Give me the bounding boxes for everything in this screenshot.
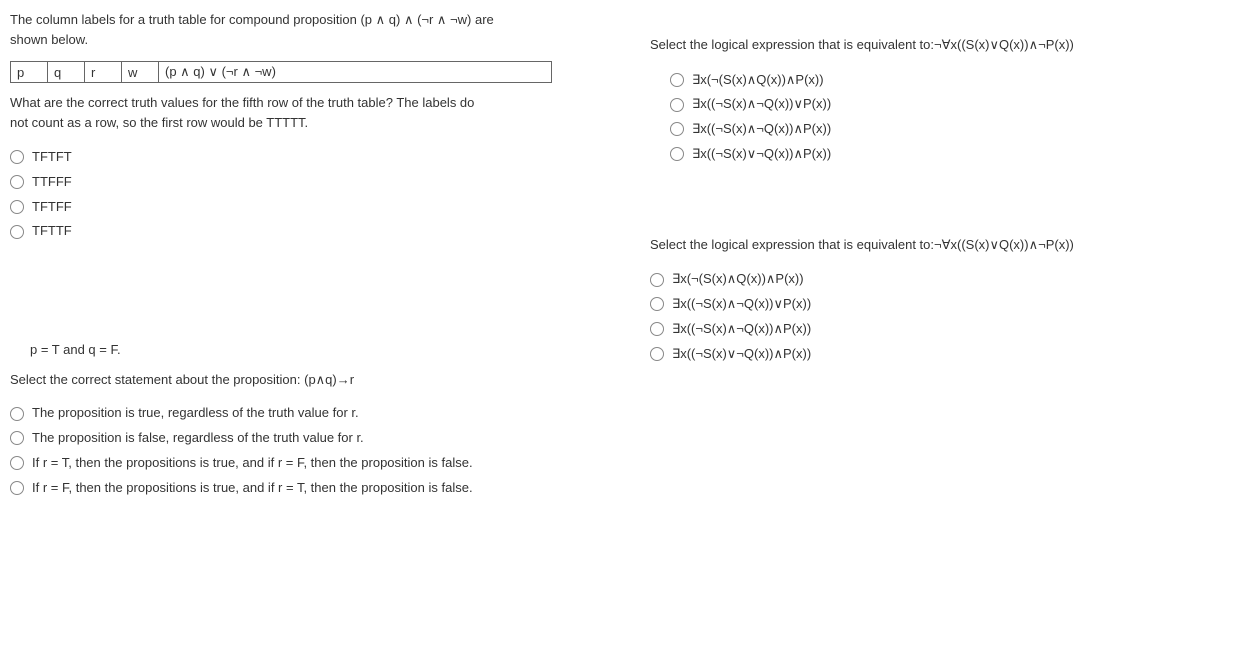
q2-prompt: Select the correct statement about the p… [10, 372, 590, 388]
q4-option-0[interactable]: ∃x(¬(S(x)∧Q(x))∧P(x)) [650, 269, 1210, 290]
col-r: r [85, 62, 122, 83]
radio-icon [650, 322, 664, 336]
q1-intro-line2: shown below. [10, 32, 88, 47]
q3-options: ∃x(¬(S(x)∧Q(x))∧P(x)) ∃x((¬S(x)∧¬Q(x))∨P… [670, 70, 1210, 165]
q3-option-label: ∃x((¬S(x)∨¬Q(x))∧P(x)) [692, 144, 831, 165]
radio-icon [670, 73, 684, 87]
question-2: p = T and q = F. Select the correct stat… [10, 342, 590, 498]
q1-option-2[interactable]: TFTFF [10, 197, 590, 218]
q1-intro-line1: The column labels for a truth table for … [10, 12, 494, 27]
question-3: Select the logical expression that is eq… [650, 35, 1210, 165]
q3-option-0[interactable]: ∃x(¬(S(x)∧Q(x))∧P(x)) [670, 70, 1210, 91]
col-w: w [122, 62, 159, 83]
radio-icon [650, 273, 664, 287]
q1-option-label: TTFFF [32, 172, 72, 193]
q2-option-3[interactable]: If r = F, then the propositions is true,… [10, 478, 590, 499]
q4-option-label: ∃x((¬S(x)∨¬Q(x))∧P(x)) [672, 344, 811, 365]
q4-prompt: Select the logical expression that is eq… [650, 235, 1210, 255]
radio-icon [10, 225, 24, 239]
q2-given: p = T and q = F. [30, 342, 590, 357]
radio-icon [10, 175, 24, 189]
q2-option-0[interactable]: The proposition is true, regardless of t… [10, 403, 590, 424]
q3-option-2[interactable]: ∃x((¬S(x)∧¬Q(x))∧P(x)) [670, 119, 1210, 140]
q1-option-label: TFTTF [32, 221, 72, 242]
q1-question-line2: not count as a row, so the first row wou… [10, 115, 308, 130]
q1-intro: The column labels for a truth table for … [10, 10, 590, 49]
q4-options: ∃x(¬(S(x)∧Q(x))∧P(x)) ∃x((¬S(x)∧¬Q(x))∨P… [650, 269, 1210, 364]
q2-options: The proposition is true, regardless of t… [10, 403, 590, 498]
q2-option-label: If r = F, then the propositions is true,… [32, 478, 473, 499]
q3-option-3[interactable]: ∃x((¬S(x)∨¬Q(x))∧P(x)) [670, 144, 1210, 165]
q1-options: TFTFT TTFFF TFTFF TFTTF [10, 147, 590, 242]
radio-icon [650, 347, 664, 361]
radio-icon [10, 407, 24, 421]
q3-option-label: ∃x((¬S(x)∧¬Q(x))∧P(x)) [692, 119, 831, 140]
q2-option-label: The proposition is true, regardless of t… [32, 403, 359, 424]
q1-option-3[interactable]: TFTTF [10, 221, 590, 242]
q1-option-label: TFTFT [32, 147, 72, 168]
q3-option-1[interactable]: ∃x((¬S(x)∧¬Q(x))∨P(x)) [670, 94, 1210, 115]
radio-icon [10, 431, 24, 445]
q2-option-label: If r = T, then the propositions is true,… [32, 453, 473, 474]
col-expr: (p ∧ q) ∨ (¬r ∧ ¬w) [159, 62, 552, 83]
q4-option-2[interactable]: ∃x((¬S(x)∧¬Q(x))∧P(x)) [650, 319, 1210, 340]
q2-option-label: The proposition is false, regardless of … [32, 428, 364, 449]
q1-question: What are the correct truth values for th… [10, 93, 590, 132]
q2-option-1[interactable]: The proposition is false, regardless of … [10, 428, 590, 449]
radio-icon [10, 481, 24, 495]
radio-icon [10, 456, 24, 470]
col-p: p [11, 62, 48, 83]
radio-icon [10, 200, 24, 214]
q4-option-1[interactable]: ∃x((¬S(x)∧¬Q(x))∨P(x)) [650, 294, 1210, 315]
radio-icon [670, 122, 684, 136]
radio-icon [10, 150, 24, 164]
radio-icon [650, 297, 664, 311]
q1-option-0[interactable]: TFTFT [10, 147, 590, 168]
q1-option-1[interactable]: TTFFF [10, 172, 590, 193]
q4-option-label: ∃x(¬(S(x)∧Q(x))∧P(x)) [672, 269, 804, 290]
q1-question-line1: What are the correct truth values for th… [10, 95, 474, 110]
q1-option-label: TFTFF [32, 197, 72, 218]
radio-icon [670, 98, 684, 112]
q3-option-label: ∃x(¬(S(x)∧Q(x))∧P(x)) [692, 70, 824, 91]
truth-table-header: p q r w (p ∧ q) ∨ (¬r ∧ ¬w) [10, 61, 552, 83]
q4-option-label: ∃x((¬S(x)∧¬Q(x))∧P(x)) [672, 319, 811, 340]
q2-option-2[interactable]: If r = T, then the propositions is true,… [10, 453, 590, 474]
radio-icon [670, 147, 684, 161]
q3-option-label: ∃x((¬S(x)∧¬Q(x))∨P(x)) [692, 94, 831, 115]
q3-prompt: Select the logical expression that is eq… [650, 35, 1210, 55]
question-4: Select the logical expression that is eq… [650, 235, 1210, 365]
question-1: The column labels for a truth table for … [10, 10, 590, 242]
q4-option-label: ∃x((¬S(x)∧¬Q(x))∨P(x)) [672, 294, 811, 315]
col-q: q [48, 62, 85, 83]
q4-option-3[interactable]: ∃x((¬S(x)∨¬Q(x))∧P(x)) [650, 344, 1210, 365]
